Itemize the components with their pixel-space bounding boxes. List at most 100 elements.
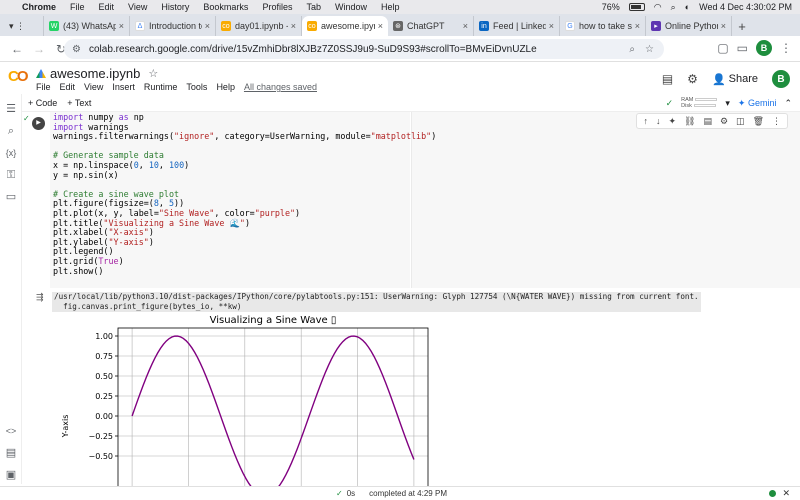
browser-tab[interactable]: ⊛ ChatGPT ×: [388, 16, 474, 36]
url-text[interactable]: colab.research.google.com/drive/15vZmhiD…: [89, 44, 537, 55]
tab-search-menu[interactable]: ▾ ⋮: [4, 16, 44, 36]
browser-tab[interactable]: W (43) WhatsApp×: [44, 16, 130, 36]
add-code-button[interactable]: + Code: [28, 98, 57, 108]
star-icon[interactable]: ☆: [148, 67, 158, 80]
code-snippets-icon[interactable]: <>: [4, 424, 18, 438]
runtime-dropdown-icon[interactable]: ▾: [725, 98, 730, 109]
menu-help[interactable]: Help: [381, 2, 400, 12]
secrets-key-icon[interactable]: ⚿: [4, 168, 18, 182]
extensions-icon[interactable]: ▢: [717, 41, 728, 55]
menu-file[interactable]: File: [70, 2, 85, 12]
notebook-menu: File Edit View Insert Runtime Tools Help…: [36, 82, 317, 92]
y-tick-label: 0.00: [95, 412, 113, 421]
nb-menu-tools[interactable]: Tools: [186, 82, 207, 92]
save-status[interactable]: All changes saved: [244, 82, 317, 92]
link-icon[interactable]: ⛓: [684, 116, 695, 127]
output-options-icon[interactable]: ⇶: [36, 292, 44, 303]
toc-icon[interactable]: ☰: [4, 102, 18, 116]
nb-menu-insert[interactable]: Insert: [112, 82, 135, 92]
menu-window[interactable]: Window: [335, 2, 367, 12]
status-completed: completed at 4:29 PM: [369, 489, 447, 498]
macos-menubar: Chrome File Edit View History Bookmarks …: [0, 0, 800, 14]
tab-close-icon[interactable]: ×: [291, 21, 296, 31]
terminal-icon[interactable]: ▣: [4, 468, 18, 482]
chrome-menu-icon[interactable]: ⋮: [780, 41, 792, 55]
add-text-button[interactable]: + Text: [67, 98, 91, 108]
menu-tab[interactable]: Tab: [306, 2, 321, 12]
runtime-status-dot[interactable]: [769, 490, 776, 497]
nb-menu-file[interactable]: File: [36, 82, 51, 92]
tab-close-icon[interactable]: ×: [635, 21, 640, 31]
tab-close-icon[interactable]: ×: [119, 21, 124, 31]
browser-tab-strip: ▾ ⋮ W(43) WhatsApp×ΔIntroduction to×coda…: [0, 14, 800, 36]
nb-menu-edit[interactable]: Edit: [60, 82, 76, 92]
bookmark-star-icon[interactable]: ☆: [645, 44, 654, 55]
gemini-label: Gemini: [747, 97, 777, 108]
cell-settings-icon[interactable]: ⚙: [720, 116, 728, 127]
clock[interactable]: Wed 4 Dec 4:30:02 PM: [699, 2, 792, 12]
notebook-title[interactable]: awesome.ipynb: [50, 66, 140, 81]
files-folder-icon[interactable]: ▭: [4, 190, 18, 204]
browser-tab[interactable]: Δ Introduction to ×: [130, 16, 216, 36]
forward-icon[interactable]: →: [30, 42, 48, 56]
move-up-icon[interactable]: ↑: [643, 116, 648, 126]
close-status-icon[interactable]: ✕: [782, 488, 790, 499]
run-cell-button[interactable]: ▶: [32, 117, 45, 130]
tab-menu-icon[interactable]: ▾ ⋮: [9, 21, 25, 32]
comment-icon[interactable]: ▤: [703, 116, 712, 127]
comments-icon[interactable]: ▤: [662, 72, 673, 86]
tab-close-icon[interactable]: ×: [721, 21, 726, 31]
back-icon[interactable]: ←: [8, 42, 26, 56]
browser-tab[interactable]: ▸ Online Python ×: [646, 16, 732, 36]
control-center-icon[interactable]: ◐: [685, 2, 690, 12]
site-info-icon[interactable]: ⚙: [72, 44, 81, 55]
tab-close-icon[interactable]: ×: [378, 21, 383, 31]
y-tick-label: 0.75: [95, 352, 113, 361]
menu-bookmarks[interactable]: Bookmarks: [203, 2, 248, 12]
profile-avatar[interactable]: B: [756, 40, 772, 56]
menu-edit[interactable]: Edit: [99, 2, 115, 12]
variables-icon[interactable]: {x}: [4, 146, 18, 160]
code-cell[interactable]: ✓ ▶ import numpy as np import warnings war…: [22, 112, 800, 288]
delete-icon[interactable]: 🗑: [753, 116, 764, 127]
browser-tab[interactable]: co day01.ipynb - C×: [216, 16, 302, 36]
menu-history[interactable]: History: [161, 2, 189, 12]
search-icon[interactable]: ⌕: [4, 124, 18, 138]
gemini-button[interactable]: ✦ Gemini: [738, 98, 777, 109]
nb-menu-view[interactable]: View: [84, 82, 103, 92]
zoom-icon[interactable]: ⌕: [629, 44, 635, 55]
ram-disk-indicator[interactable]: RAM Disk: [681, 97, 718, 109]
tab-close-icon[interactable]: ×: [463, 21, 468, 31]
spotlight-icon[interactable]: ⌕: [671, 2, 676, 13]
browser-tab[interactable]: Ghow to take scr×: [560, 16, 646, 36]
menu-view[interactable]: View: [128, 2, 147, 12]
move-down-icon[interactable]: ↓: [656, 116, 661, 126]
tab-favicon-icon: co: [221, 21, 231, 31]
menu-app-name[interactable]: Chrome: [22, 2, 56, 12]
sidebar-icon[interactable]: ▭: [737, 41, 748, 55]
tab-close-icon[interactable]: ×: [205, 21, 210, 31]
collapse-icon[interactable]: ⌃: [784, 98, 792, 109]
more-icon[interactable]: ⋮: [772, 116, 781, 127]
nb-menu-help[interactable]: Help: [216, 82, 235, 92]
colab-avatar[interactable]: B: [772, 70, 790, 88]
battery-percent: 76%: [601, 2, 620, 12]
settings-gear-icon[interactable]: ⚙: [687, 72, 698, 86]
wifi-icon[interactable]: ◠: [654, 2, 662, 13]
omnibox[interactable]: ⚙ colab.research.google.com/drive/15vZmh…: [64, 39, 664, 59]
tab-label: how to take scr: [579, 21, 632, 31]
command-palette-icon[interactable]: ▤: [4, 446, 18, 460]
new-tab-icon[interactable]: +: [732, 16, 752, 36]
code-editor[interactable]: import numpy as np import warnings warning…: [53, 112, 436, 276]
battery-icon[interactable]: [628, 3, 645, 11]
gemini-cell-icon[interactable]: ✦: [668, 116, 676, 127]
nb-menu-runtime[interactable]: Runtime: [144, 82, 178, 92]
browser-tab[interactable]: in Feed | LinkedIn×: [474, 16, 560, 36]
share-button[interactable]: 👤 Share: [712, 73, 758, 86]
warning-text: /usr/local/lib/python3.10/dist-packages/…: [52, 292, 701, 312]
mirror-icon[interactable]: ◫: [736, 116, 745, 127]
tab-close-icon[interactable]: ×: [549, 21, 554, 31]
colab-logo[interactable]: CO: [8, 68, 28, 85]
browser-tab[interactable]: co awesome.ipynb×: [302, 16, 388, 36]
menu-profiles[interactable]: Profiles: [262, 2, 292, 12]
